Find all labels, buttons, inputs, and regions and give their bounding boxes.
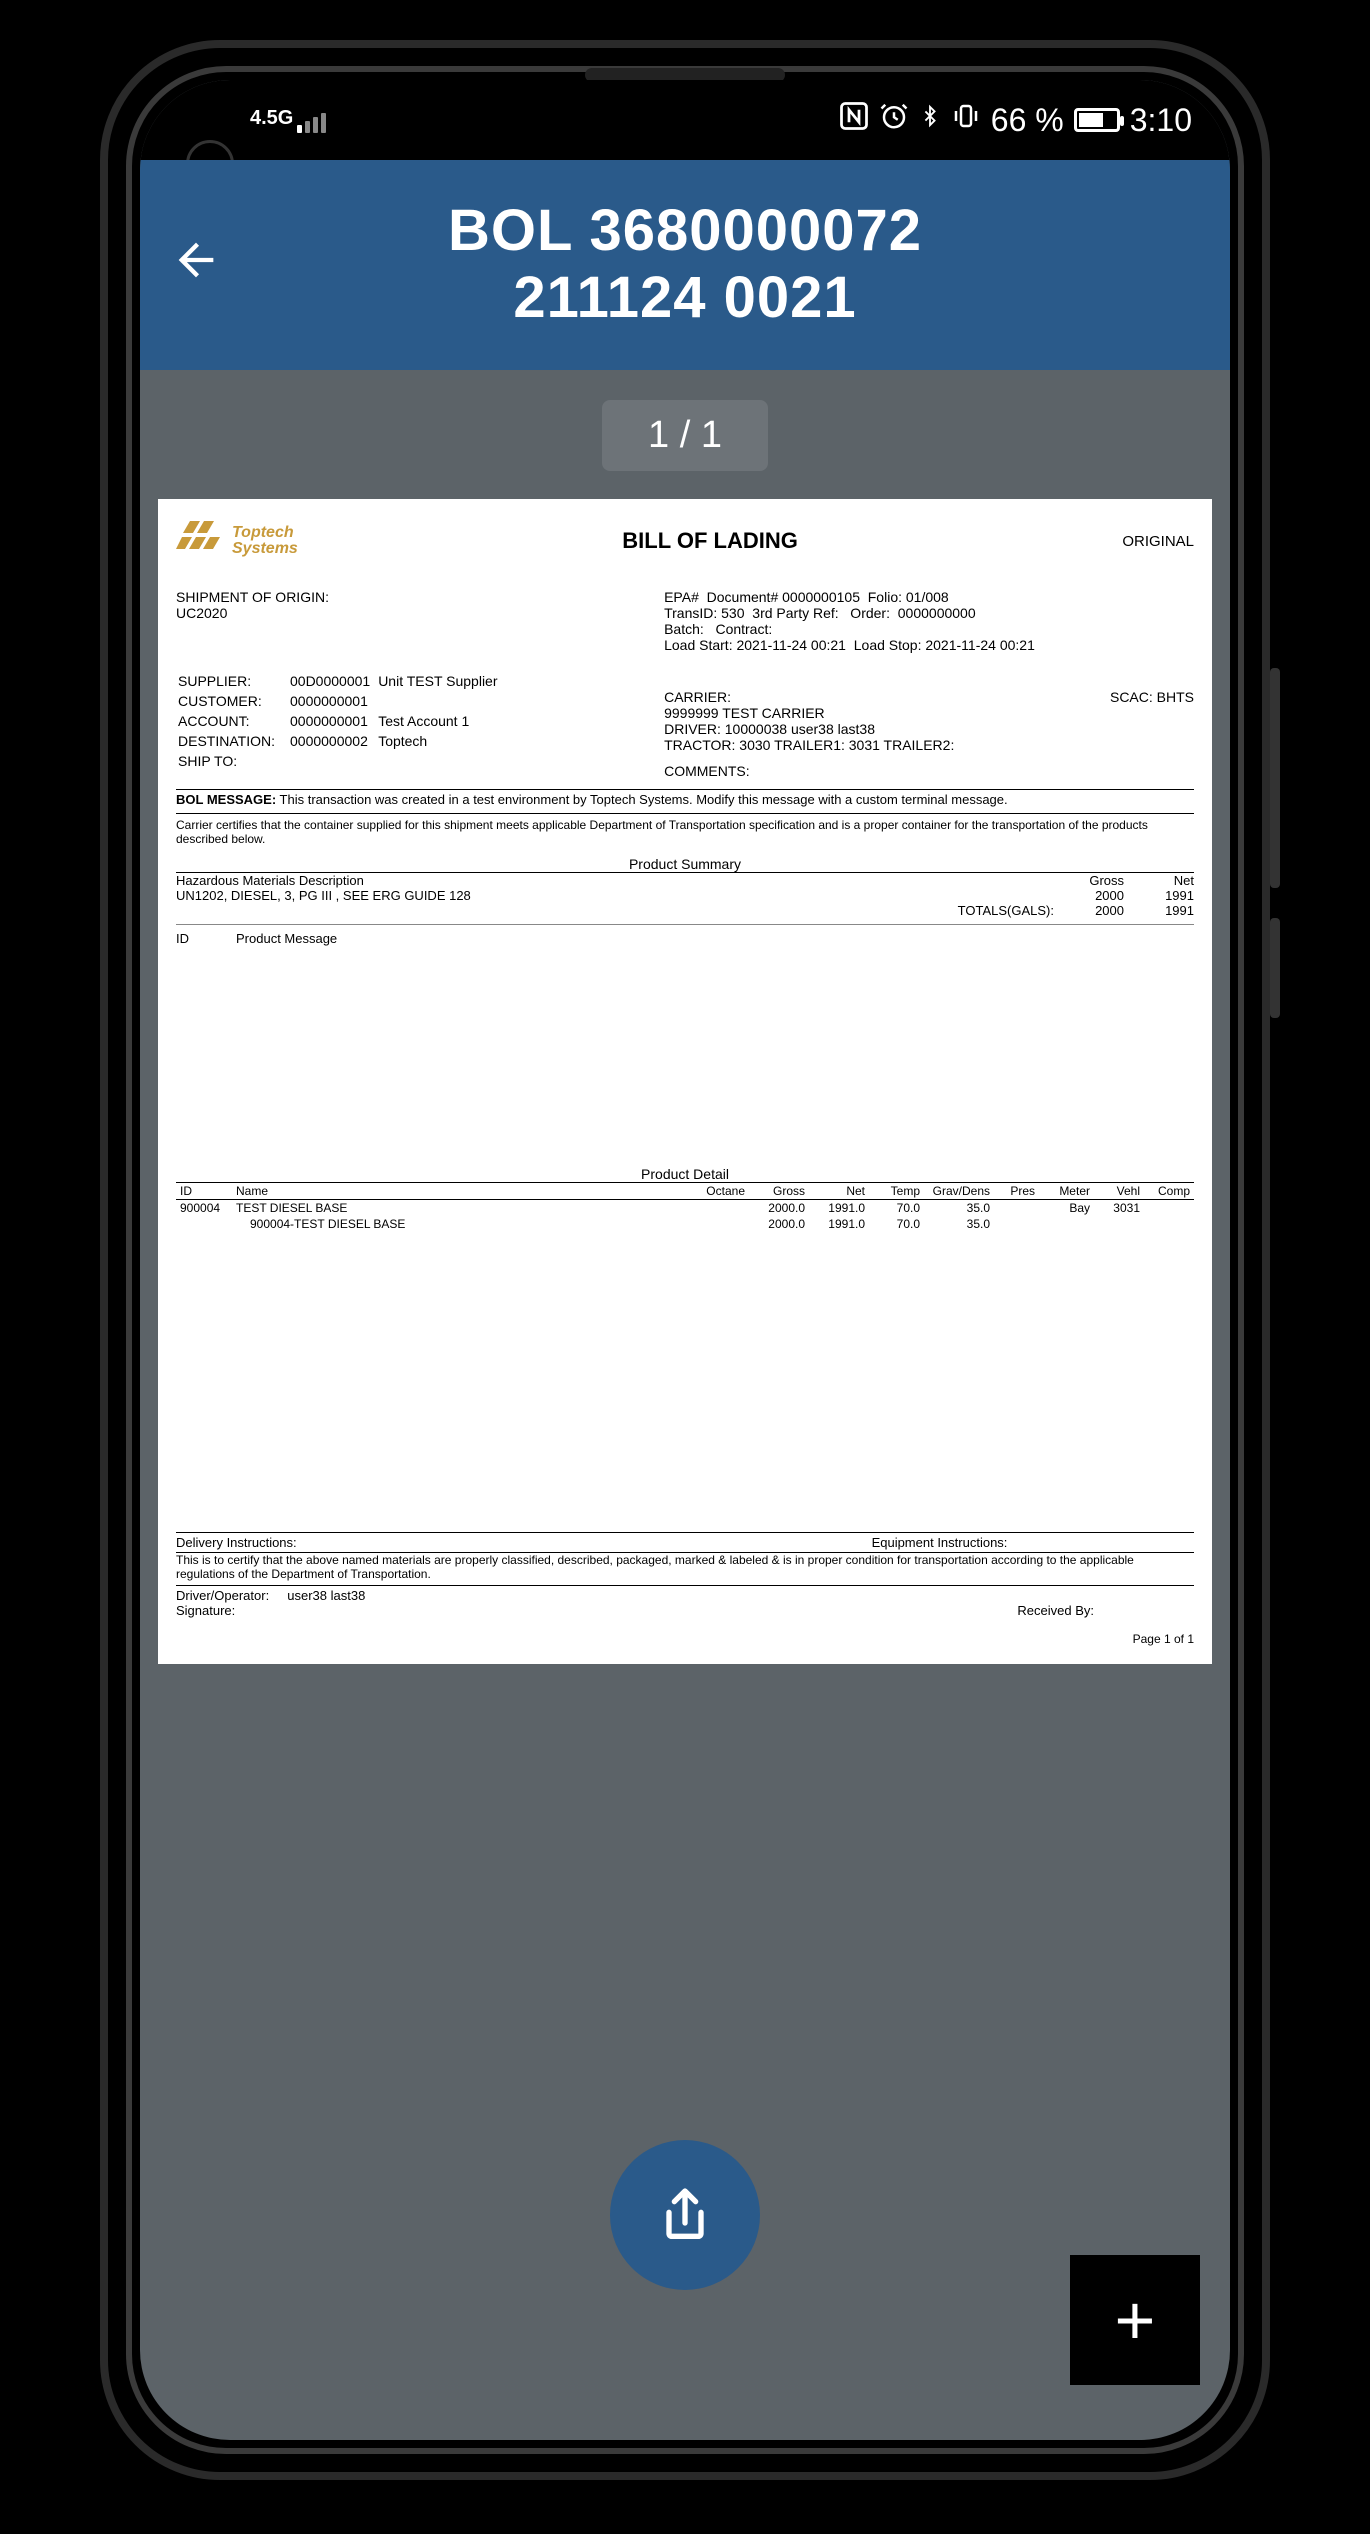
page-counter: 1 / 1 xyxy=(602,400,768,471)
bol-message: BOL MESSAGE: This transaction was create… xyxy=(176,792,1194,807)
logo-mark-icon xyxy=(176,521,224,561)
customer-name xyxy=(378,693,503,711)
comments-label: COMMENTS: xyxy=(664,763,1194,779)
share-button[interactable] xyxy=(610,2140,760,2290)
account-code: 0000000001 xyxy=(290,713,376,731)
tractor-line: TRACTOR: 3030 TRAILER1: 3031 TRAILER2: xyxy=(664,737,1194,753)
certification-2: This is to certify that the above named … xyxy=(176,1553,1194,1586)
pm-id-label: ID xyxy=(176,931,236,946)
nfc-icon xyxy=(839,101,869,139)
driver-op-value: user38 last38 xyxy=(287,1588,365,1603)
supplier-code: 00D0000001 xyxy=(290,673,376,691)
network-label: 4.5G xyxy=(250,107,293,130)
table-row: 900004 TEST DIESEL BASE 2000.0 1991.0 70… xyxy=(176,1200,1194,1216)
alarm-icon xyxy=(879,101,909,139)
customer-label: CUSTOMER: xyxy=(178,693,288,711)
ps-totals-label: TOTALS(GALS): xyxy=(176,903,1054,918)
phone-frame: 4.5G 66 % xyxy=(100,40,1270,2480)
app-header: BOL 3680000072 211124 0021 xyxy=(140,160,1230,370)
status-bar: 4.5G 66 % xyxy=(140,80,1230,160)
shipment-origin-label: SHIPMENT OF ORIGIN: xyxy=(176,589,634,605)
epa-line: EPA# Document# 0000000105 Folio: 01/008 xyxy=(664,589,1194,605)
bluetooth-icon xyxy=(919,101,941,139)
carrier-value: 9999999 TEST CARRIER xyxy=(664,705,1194,721)
product-summary-title: Product Summary xyxy=(176,856,1194,873)
driver-line: DRIVER: 10000038 user38 last38 xyxy=(664,721,1194,737)
document-viewport[interactable]: Toptech Systems BILL OF LADING ORIGINAL … xyxy=(140,489,1230,1704)
certification-1: Carrier certifies that the container sup… xyxy=(176,818,1194,846)
page-counter-wrap: 1 / 1 xyxy=(140,370,1230,489)
supplier-name: Unit TEST Supplier xyxy=(378,673,503,691)
product-detail-title: Product Detail xyxy=(176,1166,1194,1183)
bol-document: Toptech Systems BILL OF LADING ORIGINAL … xyxy=(158,499,1212,1664)
account-name: Test Account 1 xyxy=(378,713,503,731)
ps-net: 1991 xyxy=(1124,888,1194,903)
ps-gross: 2000 xyxy=(1054,888,1124,903)
ps-gross-label: Gross xyxy=(1054,873,1124,888)
batch-line: Batch: Contract: xyxy=(664,621,1194,637)
equipment-instructions-label: Equipment Instructions: xyxy=(685,1535,1194,1550)
delivery-instructions-label: Delivery Instructions: xyxy=(176,1535,685,1550)
destination-code: 0000000002 xyxy=(290,733,376,751)
add-button[interactable]: + xyxy=(1070,2255,1200,2385)
product-detail-head: ID Name Octane Gross Net Temp Grav/Dens … xyxy=(176,1183,1194,1199)
shipto-label: SHIP TO: xyxy=(178,753,288,771)
ps-net-label: Net xyxy=(1124,873,1194,888)
battery-icon xyxy=(1074,108,1120,132)
received-by-label: Received By: xyxy=(1017,1603,1194,1618)
title-line-2: 211124 0021 xyxy=(140,265,1230,332)
volume-button xyxy=(1270,668,1280,888)
ps-totals-gross: 2000 xyxy=(1054,903,1124,918)
customer-code: 0000000001 xyxy=(290,693,376,711)
title-line-1: BOL 3680000072 xyxy=(140,198,1230,265)
logo: Toptech Systems xyxy=(176,521,298,561)
power-button xyxy=(1270,918,1280,1018)
doc-title: BILL OF LADING xyxy=(298,528,1122,554)
screen: 4.5G 66 % xyxy=(140,80,1230,2440)
page-label: Page 1 of 1 xyxy=(176,1632,1194,1646)
clock: 3:10 xyxy=(1130,102,1192,139)
share-icon xyxy=(653,2183,717,2247)
destination-name: Toptech xyxy=(378,733,503,751)
table-row: 900004-TEST DIESEL BASE 2000.0 1991.0 70… xyxy=(176,1216,1194,1232)
ps-desc: UN1202, DIESEL, 3, PG III , SEE ERG GUID… xyxy=(176,888,1054,903)
signature-label: Signature: xyxy=(176,1603,235,1618)
destination-label: DESTINATION: xyxy=(178,733,288,751)
doc-original-label: ORIGINAL xyxy=(1122,533,1194,550)
phone-bezel: 4.5G 66 % xyxy=(126,66,1244,2454)
signal-icon xyxy=(297,113,326,133)
battery-percent: 66 % xyxy=(991,102,1064,139)
account-label: ACCOUNT: xyxy=(178,713,288,731)
driver-op-label: Driver/Operator: xyxy=(176,1588,269,1603)
vibrate-icon xyxy=(951,101,981,139)
trans-line: TransID: 530 3rd Party Ref: Order: 00000… xyxy=(664,605,1194,621)
scac-label: SCAC: BHTS xyxy=(1110,689,1194,705)
shipment-origin-value: UC2020 xyxy=(176,605,634,621)
pm-msg-label: Product Message xyxy=(236,931,337,946)
logo-text-top: Toptech xyxy=(232,525,298,541)
plus-icon: + xyxy=(1115,2280,1156,2360)
page-title: BOL 3680000072 211124 0021 xyxy=(140,198,1230,331)
carrier-label: CARRIER: xyxy=(664,689,731,705)
logo-text-bottom: Systems xyxy=(232,541,298,557)
ps-desc-label: Hazardous Materials Description xyxy=(176,873,1054,888)
supplier-label: SUPPLIER: xyxy=(178,673,288,691)
back-button[interactable] xyxy=(170,231,222,300)
load-line: Load Start: 2021-11-24 00:21 Load Stop: … xyxy=(664,637,1194,653)
ps-totals-net: 1991 xyxy=(1124,903,1194,918)
